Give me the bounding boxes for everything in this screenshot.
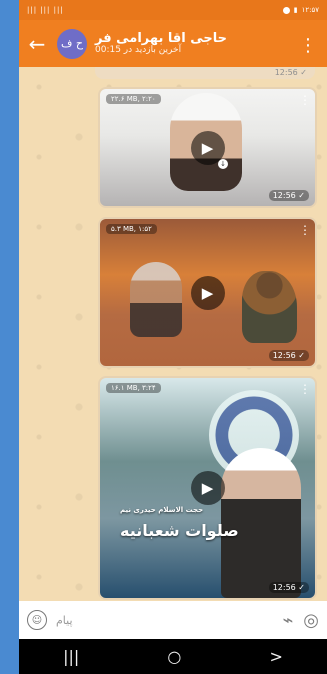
video-message-3[interactable]: ۱۶.۱ MB, ۳:۲۴ ⋮ حجت الاسلام حیدری نیم صل… [98, 376, 317, 600]
message-time: 12:56 ✓ [268, 582, 309, 593]
emoji-icon[interactable]: ☺ [27, 610, 47, 630]
system-navigation-bar: ||| ○ > [19, 639, 327, 674]
back-icon[interactable]: ← [25, 32, 49, 56]
status-right: ▮ ۱۲:۵۷ [282, 6, 319, 14]
attach-icon[interactable]: ⌁ [282, 610, 293, 631]
video-size-duration: ۱۶.۱ MB, ۳:۲۴ [106, 383, 161, 393]
battery-indicator: ▮ [293, 6, 298, 14]
chat-header: ← ح ف حاجی اقا بهرامی فر آخرین بازدید در… [19, 20, 327, 67]
page-title: حاجی اقا بهرامی فر [95, 30, 228, 46]
message-list[interactable]: 12:56 ✓ ↓ ۲۲.۶ MB, ۲:۲۰ ⋮ ▶ 12:56 ✓ ۵.۳ … [19, 67, 327, 601]
play-icon[interactable]: ▶ [190, 130, 225, 165]
signal-indicators: ||| ||| ||| [27, 6, 64, 14]
message-time: 12:56 ✓ [268, 190, 309, 201]
message-input[interactable]: پیام [56, 614, 272, 627]
message-time: 12:56 ✓ [268, 350, 309, 361]
play-icon[interactable]: ▶ [190, 275, 225, 310]
video-message-2[interactable]: ۵.۳ MB, ۱:۵۲ ⋮ ▶ 12:56 ✓ [98, 217, 317, 368]
message-more-icon[interactable]: ⋮ [299, 93, 311, 107]
video-caption-main: صلوات شعبانیه [120, 521, 239, 540]
background-left-strip [0, 0, 20, 674]
previous-message-bubble: 12:56 ✓ [95, 67, 315, 79]
chat-screen: ||| ||| ||| ▮ ۱۲:۵۷ ← ح ف حاجی اقا بهرام… [19, 0, 327, 674]
video-thumbnail-scenery [242, 271, 297, 343]
chat-title-block[interactable]: حاجی اقا بهرامی فر آخرین بازدید در 00:15 [95, 32, 227, 55]
video-size-duration: ۲۲.۶ MB, ۲:۲۰ [106, 94, 161, 104]
message-time: 12:56 ✓ [274, 68, 307, 77]
video-caption-top: حجت الاسلام حیدری نیم [120, 506, 204, 514]
video-message-1[interactable]: ↓ ۲۲.۶ MB, ۲:۲۰ ⋮ ▶ 12:56 ✓ [98, 87, 317, 208]
play-icon[interactable]: ▶ [190, 471, 225, 505]
home-icon[interactable]: ○ [167, 647, 181, 666]
video-thumbnail-person [130, 262, 182, 337]
message-composer: ☺ پیام ⌁ ◎ [19, 601, 327, 639]
status-time: ۱۲:۵۷ [301, 6, 319, 14]
camera-icon[interactable]: ◎ [303, 610, 319, 631]
message-more-icon[interactable]: ⋮ [299, 223, 311, 237]
video-size-duration: ۵.۳ MB, ۱:۵۲ [106, 224, 157, 234]
more-icon[interactable]: ⋮ [299, 35, 317, 56]
notification-icon [282, 6, 290, 14]
message-more-icon[interactable]: ⋮ [299, 382, 311, 396]
last-seen-text: آخرین بازدید در 00:15 [95, 44, 182, 55]
avatar[interactable]: ح ف [57, 28, 87, 59]
back-nav-icon[interactable]: > [269, 647, 282, 666]
status-bar: ||| ||| ||| ▮ ۱۲:۵۷ [19, 0, 327, 20]
recent-apps-icon[interactable]: ||| [63, 647, 79, 666]
